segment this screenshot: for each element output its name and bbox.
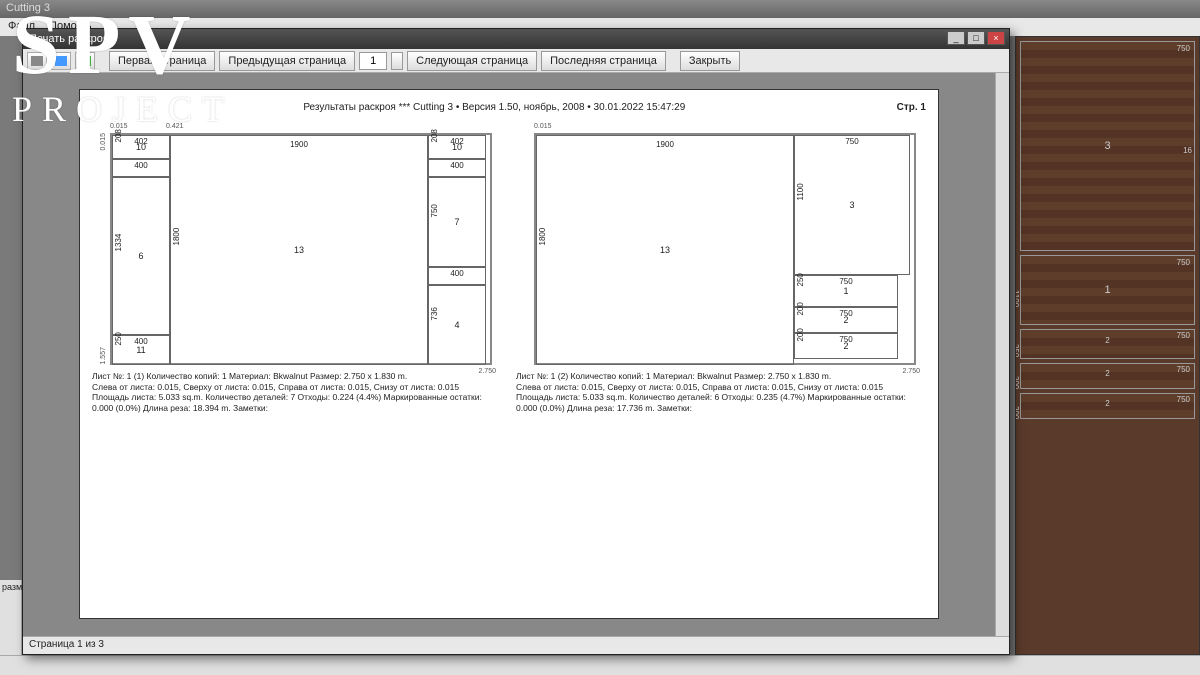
- preview-dim: 250: [1015, 344, 1020, 357]
- last-page-button[interactable]: Последняя страница: [541, 51, 666, 71]
- layout-preview-panel: 750 3 16 750 1100 1 250 2 750 200 2 750 …: [1015, 36, 1200, 655]
- preview-dim: 1100: [1015, 290, 1020, 307]
- print-statusbar: Страница 1 из 3: [23, 636, 1009, 654]
- preview-dim: 750: [1177, 395, 1190, 404]
- sheet-meta-2: Лист №: 1 (2) Количество копий: 1 Матери…: [516, 371, 926, 414]
- cut-piece: 1900180013: [170, 135, 428, 365]
- sheet-meta-1: Лист №: 1 (1) Количество копий: 1 Матери…: [92, 371, 502, 414]
- cut-piece: 75011003: [794, 135, 910, 275]
- next-page-button[interactable]: Следующая страница: [407, 51, 537, 71]
- cut-piece: 7507: [428, 177, 486, 267]
- bg-statusbar: [0, 655, 1200, 675]
- cut-piece: 7502002: [794, 307, 898, 333]
- cut-piece: 13346: [112, 177, 170, 335]
- cut-piece: 400: [428, 267, 486, 285]
- print-window-titlebar[interactable]: Печать раскроя _ □ ×: [23, 29, 1009, 49]
- cut-piece: 7502501: [794, 275, 898, 307]
- cut-piece: 400: [428, 159, 486, 177]
- bg-left-column: размер: [0, 580, 22, 655]
- page-number-input[interactable]: [359, 52, 387, 70]
- print-preview-window: Печать раскроя _ □ × Первая страница Пре…: [22, 28, 1010, 655]
- report-header: Результаты раскроя *** Cutting 3 • Верси…: [92, 102, 897, 113]
- dim-mark: 1.557: [100, 347, 107, 365]
- print-icon[interactable]: [27, 52, 47, 70]
- preview-piece-num: 2: [1105, 369, 1109, 378]
- preview-sheet[interactable]: 250 2 750: [1020, 329, 1195, 359]
- sheet-box: 40210208 400 13346 40025011 1900180013 4…: [110, 133, 492, 365]
- cut-piece: 40210208: [428, 135, 486, 159]
- sheet-box: 1900180013 75011003 7502501 7502002 7502…: [534, 133, 916, 365]
- preview-dim: 750: [1177, 258, 1190, 267]
- dim-mark: 0.421: [166, 123, 184, 130]
- status-page-text: Страница 1 из 3: [29, 639, 104, 650]
- cut-piece: 400: [112, 159, 170, 177]
- preview-dim: 750: [1177, 365, 1190, 374]
- cut-piece: 7502002: [794, 333, 898, 359]
- preview-dim: 200: [1015, 376, 1020, 389]
- page-number-label: Стр. 1: [897, 102, 926, 113]
- print-toolbar: Первая страница Предыдущая страница След…: [23, 49, 1009, 73]
- vertical-scrollbar[interactable]: [995, 73, 1009, 636]
- prev-page-button[interactable]: Предыдущая страница: [219, 51, 355, 71]
- cut-piece: 1900180013: [536, 135, 794, 365]
- minimize-icon[interactable]: _: [947, 31, 965, 45]
- sheet-layout-1: 0.015 0.421 0.015 1.557 40210208 400 133…: [92, 119, 502, 414]
- page-spinner[interactable]: [391, 52, 403, 70]
- preview-sheet[interactable]: 750 3 16: [1020, 41, 1195, 251]
- export-icon[interactable]: [75, 52, 95, 70]
- save-icon[interactable]: [51, 52, 71, 70]
- preview-dim: 750: [1177, 44, 1190, 53]
- sheet-layout-2: 0.015 1900180013 75011003 7502501 750200…: [516, 119, 926, 414]
- print-viewport[interactable]: Результаты раскроя *** Cutting 3 • Верси…: [23, 73, 995, 636]
- preview-sheet[interactable]: 750 1100 1: [1020, 255, 1195, 325]
- dim-mark: 2.750: [478, 368, 496, 375]
- preview-dim: 200: [1015, 406, 1020, 419]
- dim-mark: 2.750: [902, 368, 920, 375]
- preview-sheet[interactable]: 200 2 750: [1020, 363, 1195, 389]
- cut-piece: 40025011: [112, 335, 170, 365]
- app-title-text: Cutting 3: [6, 2, 50, 14]
- preview-dim: 750: [1177, 331, 1190, 340]
- preview-dim: 16: [1183, 146, 1192, 155]
- preview-piece-num: 3: [1104, 140, 1110, 152]
- preview-piece-num: 1: [1104, 284, 1110, 296]
- first-page-button[interactable]: Первая страница: [109, 51, 215, 71]
- close-icon[interactable]: ×: [987, 31, 1005, 45]
- preview-piece-num: 2: [1105, 399, 1109, 408]
- cut-piece: 7364: [428, 285, 486, 365]
- report-page-1: Результаты раскроя *** Cutting 3 • Верси…: [79, 89, 939, 619]
- cut-piece: 40210208: [112, 135, 170, 159]
- print-window-title: Печать раскроя: [29, 33, 109, 45]
- close-button[interactable]: Закрыть: [680, 51, 740, 71]
- app-titlebar: Cutting 3: [0, 0, 1200, 18]
- preview-piece-num: 2: [1105, 336, 1109, 345]
- maximize-icon[interactable]: □: [967, 31, 985, 45]
- dim-mark: 0.015: [100, 133, 107, 151]
- preview-sheet[interactable]: 200 2 750: [1020, 393, 1195, 419]
- dim-mark: 0.015: [534, 123, 552, 130]
